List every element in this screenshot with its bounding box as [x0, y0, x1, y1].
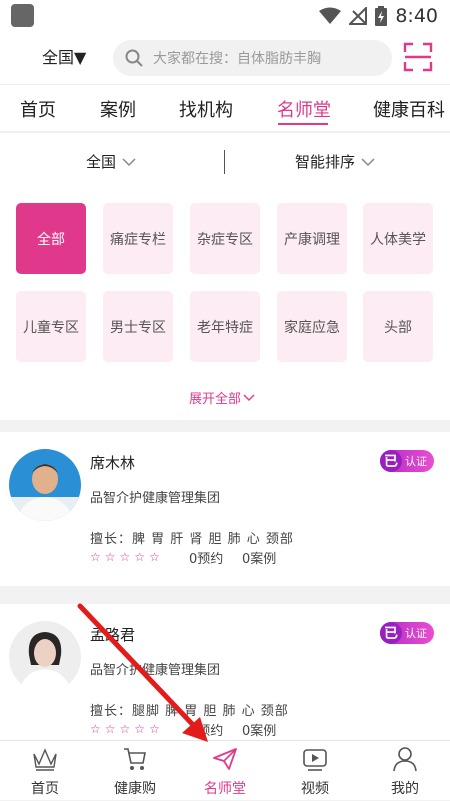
tab-home[interactable]: 首页	[20, 96, 56, 122]
region-selector[interactable]: 全国▼	[42, 44, 86, 68]
doctor-card[interactable]: 孟路君 已 认证 品智介护健康管理集团 擅长：腿脚 脾 胃 胆 肺 心 颈部 ☆…	[0, 604, 450, 758]
star-icon: ☆	[90, 722, 101, 736]
avatar	[9, 449, 81, 521]
appointment-count: 0预约	[189, 724, 224, 739]
verified-badge: 已 认证	[380, 450, 434, 472]
header: 全国▼ 大家都在搜：自体脂肪丰胸	[0, 32, 450, 84]
category-grid: 全部 痛症专栏 杂症专区 产康调理 人体美学 儿童专区 男士专区 老年特症 家庭…	[0, 191, 450, 420]
tab-institutions[interactable]: 找机构	[179, 96, 233, 122]
bottom-nav-label: 名师堂	[204, 781, 246, 797]
bottom-nav-shop[interactable]: 健康购	[90, 741, 180, 801]
category-home-emergency[interactable]: 家庭应急	[277, 291, 347, 362]
status-icons: 8:40	[319, 3, 438, 29]
tab-cases[interactable]: 案例	[100, 96, 136, 122]
category-head[interactable]: 头部	[363, 291, 433, 362]
tab-active-indicator	[278, 123, 328, 125]
bottom-nav-label: 视频	[301, 781, 329, 797]
top-nav-tabs: 首页 案例 找机构 名师堂 健康百科	[0, 84, 450, 132]
bottom-nav-video[interactable]: 视频	[270, 741, 360, 801]
bottom-nav-label: 首页	[31, 781, 59, 797]
notification-icon	[11, 4, 34, 27]
doctor-skills: 擅长：脾 胃 肝 肾 胆 肺 心 颈部	[90, 532, 294, 547]
star-icon: ☆	[119, 722, 131, 736]
category-pain[interactable]: 痛症专栏	[103, 203, 173, 274]
star-icon: ☆	[149, 722, 160, 736]
chevron-down-icon	[122, 157, 136, 166]
rating-stars: ☆ ☆ ☆ ☆ ☆	[90, 550, 160, 564]
doctor-organization: 品智介护健康管理集团	[90, 663, 221, 678]
case-count: 0案例	[242, 724, 277, 739]
search-icon	[125, 49, 143, 67]
scan-icon[interactable]	[403, 42, 433, 72]
star-icon: ☆	[134, 550, 146, 564]
verified-mark: 已	[380, 450, 402, 472]
star-icon: ☆	[90, 550, 101, 564]
crown-icon	[33, 748, 57, 771]
rating-stars: ☆ ☆ ☆ ☆ ☆	[90, 722, 160, 736]
tab-health-wiki[interactable]: 健康百科	[373, 96, 445, 122]
case-count: 0案例	[242, 552, 277, 567]
bottom-nav-masters[interactable]: 名师堂	[180, 741, 270, 801]
category-misc[interactable]: 杂症专区	[190, 203, 260, 274]
category-men[interactable]: 男士专区	[103, 291, 173, 362]
star-icon: ☆	[104, 722, 116, 736]
verified-badge: 已 认证	[380, 622, 434, 644]
chevron-down-icon	[361, 157, 375, 166]
user-icon	[393, 747, 417, 772]
avatar	[9, 621, 81, 693]
expand-all-button[interactable]: 展开全部	[189, 388, 255, 407]
category-children[interactable]: 儿童专区	[16, 291, 86, 362]
search-input[interactable]: 大家都在搜：自体脂肪丰胸	[113, 40, 392, 76]
no-signal-icon	[349, 7, 368, 25]
bottom-nav-label: 我的	[391, 781, 419, 797]
wifi-icon	[319, 7, 342, 24]
cart-icon	[124, 748, 146, 770]
status-bar: 8:40	[0, 0, 450, 32]
video-icon	[303, 749, 327, 771]
category-all[interactable]: 全部	[16, 203, 86, 274]
filter-bar: 全国 智能排序	[0, 133, 450, 191]
doctor-name: 孟路君	[90, 626, 136, 644]
expand-all-label: 展开全部	[189, 392, 242, 407]
star-icon: ☆	[149, 550, 160, 564]
verified-mark: 已	[380, 622, 402, 644]
doctor-name: 席木林	[90, 454, 136, 472]
search-placeholder: 大家都在搜：自体脂肪丰胸	[153, 51, 321, 67]
tab-masters[interactable]: 名师堂	[277, 96, 331, 122]
star-icon: ☆	[134, 722, 146, 736]
doctor-card[interactable]: 席木林 已 认证 品智介护健康管理集团 擅长：脾 胃 肝 肾 胆 肺 心 颈部 …	[0, 432, 450, 586]
bottom-nav-home[interactable]: 首页	[0, 741, 90, 801]
category-postpartum[interactable]: 产康调理	[277, 203, 347, 274]
region-filter[interactable]: 全国	[86, 151, 136, 172]
status-time: 8:40	[395, 5, 438, 27]
star-icon: ☆	[104, 550, 116, 564]
battery-icon	[375, 6, 388, 26]
bottom-nav-profile[interactable]: 我的	[360, 741, 450, 801]
category-elderly[interactable]: 老年特症	[190, 291, 260, 362]
verified-text: 认证	[405, 455, 427, 468]
filter-divider	[224, 150, 225, 174]
star-icon: ☆	[119, 550, 131, 564]
sort-filter[interactable]: 智能排序	[295, 151, 375, 172]
doctor-organization: 品智介护健康管理集团	[90, 491, 221, 506]
bottom-nav: 首页 健康购 名师堂 视频 我的	[0, 740, 450, 800]
category-body-aesthetics[interactable]: 人体美学	[363, 203, 433, 274]
sort-filter-label: 智能排序	[295, 153, 356, 171]
region-filter-label: 全国	[86, 153, 117, 171]
paper-plane-icon	[213, 748, 237, 770]
bottom-nav-label: 健康购	[114, 781, 156, 797]
verified-text: 认证	[405, 627, 427, 640]
chevron-down-icon	[243, 394, 255, 401]
doctor-skills: 擅长：腿脚 脾 胃 胆 肺 心 颈部	[90, 704, 289, 719]
appointment-count: 0预约	[189, 552, 224, 567]
